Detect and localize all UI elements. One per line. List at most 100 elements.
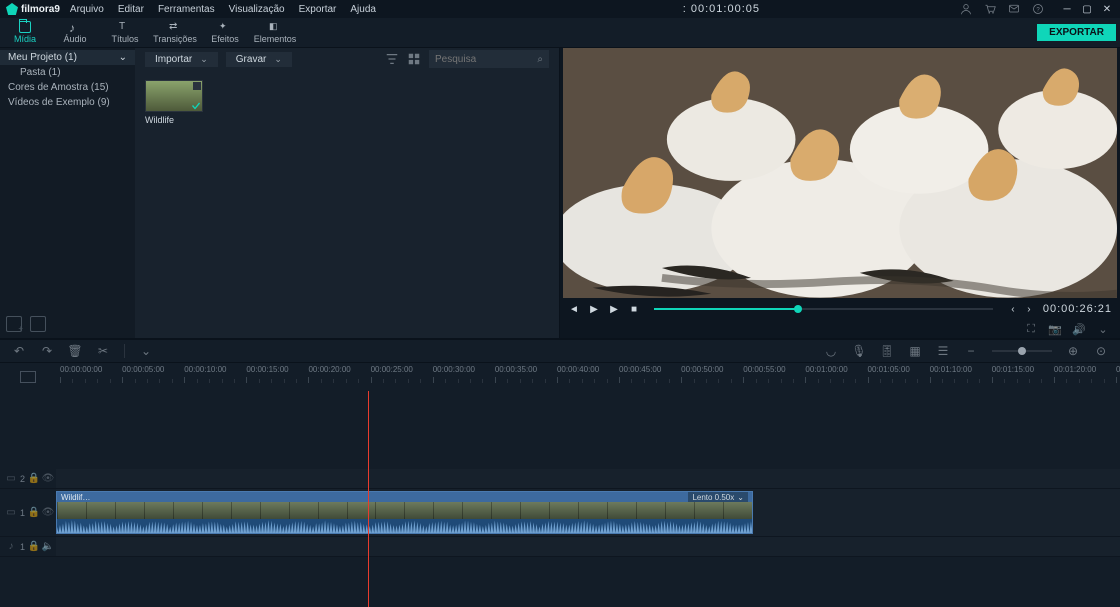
media-body: Importar Gravar ⌕ Wildlife bbox=[135, 48, 559, 338]
zoom-knob[interactable] bbox=[1018, 347, 1026, 355]
tab-transições[interactable]: Transições bbox=[150, 17, 200, 47]
prev-frame-button[interactable]: ◄ bbox=[568, 303, 580, 315]
tab-label: Efeitos bbox=[211, 34, 239, 44]
edit-dropdown-icon[interactable]: ⌄ bbox=[139, 344, 153, 358]
logo-icon bbox=[6, 3, 18, 15]
audio-icon bbox=[69, 21, 81, 33]
next-frame-button[interactable]: ▶ bbox=[608, 303, 620, 315]
preview-timecode: 00:00:26:21 bbox=[1043, 303, 1112, 315]
timeline-ruler-row: 00:00:00:0000:00:05:0000:00:10:0000:00:1… bbox=[0, 363, 1120, 391]
timeline-toolbar: ↶ ↷ 🗑 ✂ ⌄ ◡ 🎙 🎚 ▦ ☰ − ⊕ ⊙ bbox=[0, 339, 1120, 363]
menu-editar[interactable]: Editar bbox=[118, 4, 144, 15]
media-grid: Wildlife bbox=[135, 70, 559, 338]
help-icon[interactable]: ? bbox=[1032, 3, 1044, 15]
marker-icon[interactable]: ◡ bbox=[824, 344, 838, 358]
snapshot-icon[interactable]: 📷 bbox=[1048, 322, 1062, 336]
zoom-out-icon[interactable]: − bbox=[964, 344, 978, 358]
eye-icon[interactable]: 👁 bbox=[43, 508, 53, 518]
new-folder-icon[interactable] bbox=[6, 316, 22, 332]
menu-visualização[interactable]: Visualização bbox=[229, 4, 285, 15]
export-button[interactable]: EXPORTAR bbox=[1037, 24, 1116, 41]
tab-mídia[interactable]: Mídia bbox=[0, 17, 50, 47]
lock-icon[interactable]: 🔒 bbox=[29, 508, 39, 518]
eye-icon[interactable]: 👁 bbox=[43, 474, 53, 484]
tab-áudio[interactable]: Áudio bbox=[50, 17, 100, 47]
ruler-tick-label: 00:00:05:00 bbox=[122, 365, 164, 374]
mic-icon[interactable]: 🎙 bbox=[852, 344, 866, 358]
tree-item[interactable]: Cores de Amostra (15) bbox=[0, 80, 135, 95]
playhead[interactable] bbox=[368, 391, 369, 607]
zoom-fit-icon[interactable]: ⊙ bbox=[1094, 344, 1108, 358]
message-icon[interactable] bbox=[1008, 3, 1020, 15]
menu-arquivo[interactable]: Arquivo bbox=[70, 4, 104, 15]
ruler-tick-label: 00:00:00:00 bbox=[60, 365, 102, 374]
tab-títulos[interactable]: Títulos bbox=[100, 17, 150, 47]
close-button[interactable]: ✕ bbox=[1100, 2, 1114, 16]
filter-icon[interactable] bbox=[385, 52, 399, 66]
split-icon[interactable]: ✂ bbox=[96, 344, 110, 358]
ruler-tick-label: 00:00:10:00 bbox=[184, 365, 226, 374]
ruler-gutter-icon[interactable] bbox=[20, 371, 36, 383]
folder-icon[interactable] bbox=[30, 316, 46, 332]
grid-view-icon[interactable] bbox=[407, 52, 421, 66]
track-number: 1 bbox=[20, 542, 25, 552]
minimize-button[interactable]: ─ bbox=[1060, 2, 1074, 16]
media-clip[interactable]: Wildlife bbox=[145, 80, 203, 328]
svg-text:?: ? bbox=[1036, 7, 1040, 13]
title-icon bbox=[119, 21, 131, 33]
zoom-slider[interactable] bbox=[992, 350, 1052, 352]
prev-marker-button[interactable]: ‹ bbox=[1007, 303, 1019, 315]
cart-icon[interactable] bbox=[984, 3, 996, 15]
redo-icon[interactable]: ↷ bbox=[40, 344, 54, 358]
progress-track[interactable] bbox=[654, 308, 993, 310]
app-logo: filmora9 bbox=[6, 3, 60, 15]
lock-icon[interactable]: 🔒 bbox=[29, 542, 39, 552]
timeline-clip[interactable]: Wildlif… Lento 0.50x bbox=[56, 491, 753, 534]
menu-ferramentas[interactable]: Ferramentas bbox=[158, 4, 215, 15]
zoom-in-icon[interactable]: ⊕ bbox=[1066, 344, 1080, 358]
tree-item[interactable]: Pasta (1) bbox=[0, 65, 135, 80]
track-body[interactable]: Wildlif… Lento 0.50x bbox=[56, 489, 1120, 536]
ruler-tick-label: 00:00:25:00 bbox=[371, 365, 413, 374]
undo-icon[interactable]: ↶ bbox=[12, 344, 26, 358]
progress-knob[interactable] bbox=[794, 305, 802, 313]
record-dropdown[interactable]: Gravar bbox=[226, 52, 292, 67]
maximize-button[interactable]: ▢ bbox=[1080, 2, 1094, 16]
menu-ajuda[interactable]: Ajuda bbox=[350, 4, 376, 15]
search-box: ⌕ bbox=[429, 50, 549, 68]
delete-icon[interactable]: 🗑 bbox=[68, 344, 82, 358]
track-spacer bbox=[0, 391, 1120, 469]
lock-icon[interactable]: 🔒 bbox=[29, 474, 39, 484]
next-marker-button[interactable]: › bbox=[1023, 303, 1035, 315]
clip-speed-badge[interactable]: Lento 0.50x bbox=[688, 492, 748, 502]
import-dropdown[interactable]: Importar bbox=[145, 52, 218, 67]
track-body[interactable] bbox=[56, 537, 1120, 556]
play-button[interactable]: ▶ bbox=[588, 303, 600, 315]
tab-elementos[interactable]: Elementos bbox=[250, 17, 300, 47]
track-number: 2 bbox=[20, 474, 25, 484]
menu-exportar[interactable]: Exportar bbox=[299, 4, 337, 15]
fx-icon bbox=[219, 21, 231, 33]
manage-tracks-icon[interactable]: ☰ bbox=[936, 344, 950, 358]
mute-icon[interactable]: 🔈 bbox=[43, 542, 53, 552]
stop-button[interactable]: ■ bbox=[628, 303, 640, 315]
ruler-tick-label: 00:01:15:00 bbox=[992, 365, 1034, 374]
search-input[interactable] bbox=[435, 54, 525, 65]
render-icon[interactable]: ▦ bbox=[908, 344, 922, 358]
volume-icon[interactable]: 🔊 bbox=[1072, 322, 1086, 336]
search-icon[interactable]: ⌕ bbox=[537, 54, 543, 65]
tab-label: Transições bbox=[153, 34, 197, 44]
tree-item[interactable]: Vídeos de Exemplo (9) bbox=[0, 95, 135, 110]
ruler-tick-label: 00:00:45:00 bbox=[619, 365, 661, 374]
tab-efeitos[interactable]: Efeitos bbox=[200, 17, 250, 47]
progress-fill bbox=[654, 308, 798, 310]
settings-chevron-icon[interactable]: ⌄ bbox=[1096, 322, 1110, 336]
mixer-icon[interactable]: 🎚 bbox=[880, 344, 894, 358]
track-body[interactable] bbox=[56, 469, 1120, 488]
chevron-down-icon[interactable]: ⌄ bbox=[119, 52, 127, 63]
user-icon[interactable] bbox=[960, 3, 972, 15]
tree-item[interactable]: Meu Projeto (1) ⌄ bbox=[0, 50, 135, 65]
preview-footer-icons: ⛶ 📷 🔊 ⌄ bbox=[560, 320, 1120, 338]
timeline-ruler[interactable]: 00:00:00:0000:00:05:0000:00:10:0000:00:1… bbox=[56, 363, 1120, 391]
fullscreen-icon[interactable]: ⛶ bbox=[1024, 322, 1038, 336]
